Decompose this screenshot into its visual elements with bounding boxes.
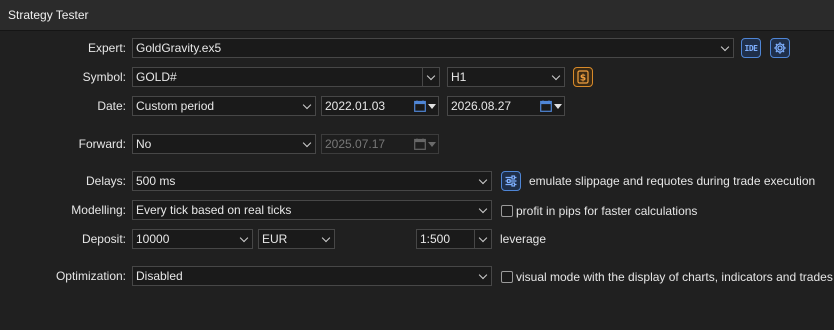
expert-label: Expert: [87,41,126,55]
chevron-down-icon[interactable] [299,97,315,115]
settings-gear-icon [774,42,786,54]
delays-select[interactable]: 500 ms [132,171,492,191]
chevron-down-icon[interactable] [475,172,491,190]
optimization-select[interactable]: Disabled [132,266,492,286]
chevron-down-icon[interactable] [548,68,564,86]
symbol-label: Symbol: [82,70,126,84]
deposit-amount-value: 10000 [136,232,170,246]
forward-date-picker: 2025.07.17 [321,134,439,154]
expert-value: GoldGravity.ex5 [136,41,222,55]
visual-mode-checkbox[interactable] [501,271,513,283]
leverage-select[interactable]: 1:500 [416,229,492,249]
forward-date-value: 2025.07.17 [325,137,386,151]
currency-select[interactable]: EUR [258,229,335,249]
chevron-down-icon[interactable] [299,135,315,153]
currency-value: EUR [262,232,288,246]
date-from-value: 2022.01.03 [325,99,386,113]
delays-note: emulate slippage and requotes during tra… [529,174,816,188]
deposit-amount-select[interactable]: 10000 [132,229,253,249]
deposit-label: Deposit: [81,232,126,246]
date-to-value: 2026.08.27 [451,99,512,113]
chevron-down-icon[interactable] [475,201,491,219]
modelling-select[interactable]: Every tick based on real ticks [132,200,492,220]
modelling-value: Every tick based on real ticks [136,203,292,217]
date-period-value: Custom period [136,99,215,113]
symbol-properties-button[interactable]: $ [573,67,593,87]
chevron-down-icon[interactable] [236,230,252,248]
delays-settings-button[interactable] [501,171,521,191]
optimization-value: Disabled [136,269,183,283]
sliders-icon [505,175,517,187]
timeframe-select[interactable]: H1 [447,67,565,87]
date-to-picker[interactable]: 2026.08.27 [447,96,565,116]
expert-settings-button[interactable] [770,38,790,58]
expert-select[interactable]: GoldGravity.ex5 [132,38,734,58]
delays-label: Delays: [85,174,126,188]
ide-icon: IDE [744,43,758,53]
timeframe-value: H1 [451,70,467,84]
symbol-value: GOLD# [136,70,177,84]
chevron-down-icon[interactable] [474,230,491,248]
leverage-value: 1:500 [420,232,451,246]
symbol-select[interactable]: GOLD# [132,67,440,87]
date-label: Date: [97,99,126,113]
forward-label: Forward: [78,137,126,151]
dropdown-arrow-icon [428,141,436,147]
forward-value: No [136,137,152,151]
chevron-down-icon[interactable] [717,39,733,57]
optimization-label: Optimization: [55,269,126,283]
chevron-down-icon[interactable] [475,267,491,285]
date-period-select[interactable]: Custom period [132,96,316,116]
dollar-icon: $ [577,70,589,84]
forward-select[interactable]: No [132,134,316,154]
dropdown-arrow-icon[interactable] [554,103,562,109]
calendar-icon[interactable] [414,100,426,112]
svg-text:$: $ [580,74,586,84]
delays-value: 500 ms [136,174,176,188]
chevron-down-icon[interactable] [422,68,439,86]
ide-button[interactable]: IDE [741,38,761,58]
profit-in-pips-checkbox[interactable] [501,205,513,217]
dropdown-arrow-icon[interactable] [428,103,436,109]
window-title: Strategy Tester [8,8,89,22]
chevron-down-icon[interactable] [318,230,334,248]
date-from-picker[interactable]: 2022.01.03 [321,96,439,116]
title-bar: Strategy Tester [0,0,834,31]
visual-mode-label: visual mode with the display of charts, … [516,270,833,284]
leverage-label: leverage [500,232,547,246]
modelling-label: Modelling: [71,203,126,217]
calendar-icon [414,138,426,150]
profit-in-pips-label: profit in pips for faster calculations [516,204,698,218]
calendar-icon[interactable] [540,100,552,112]
